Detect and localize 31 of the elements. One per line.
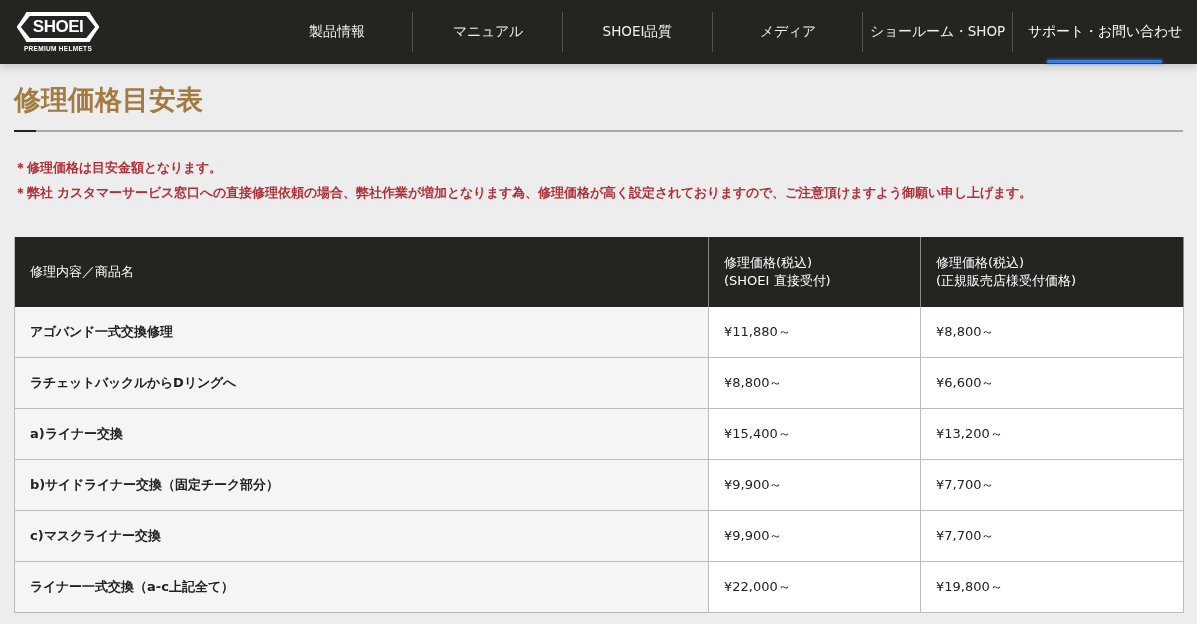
nav-link[interactable]: サポート・お問い合わせ bbox=[1012, 12, 1197, 52]
notice-text: ＊弊社 カスタマーサービス窓口への直接修理依頼の場合、弊社作業が増加となります為、修理価格が高く設定されておりますので、ご注意頂けますよう御願い申し上げます。 bbox=[14, 185, 1033, 202]
nav-link[interactable]: メディア bbox=[712, 12, 862, 52]
column-header: 修理内容／商品名 bbox=[15, 237, 709, 307]
column-header: 修理価格(税込) (正規販売店様受付価格) bbox=[921, 237, 1184, 307]
table-cell: ¥7,700～ bbox=[921, 511, 1184, 562]
table-cell: c)マスクライナー交換 bbox=[15, 511, 709, 562]
table-cell: ¥9,900～ bbox=[709, 511, 921, 562]
nav-link[interactable]: マニュアル bbox=[412, 12, 562, 52]
table-cell: ¥11,880～ bbox=[709, 307, 921, 358]
table-cell: ¥19,800～ bbox=[921, 562, 1184, 613]
column-header: 修理価格(税込) (SHOEI 直接受付) bbox=[709, 237, 921, 307]
table-cell: ¥22,000～ bbox=[709, 562, 921, 613]
logo-badge[interactable]: SHOEI bbox=[16, 12, 100, 42]
page-title: 修理価格目安表 bbox=[14, 83, 203, 117]
nav-link[interactable]: ショールーム・SHOP bbox=[862, 12, 1012, 52]
table-cell: ¥6,600～ bbox=[921, 358, 1184, 409]
table-cell: ラチェットバックルからDリングへ bbox=[15, 358, 709, 409]
table-cell: ¥8,800～ bbox=[709, 358, 921, 409]
table-cell: ライナー一式交換（a-c上記全て） bbox=[15, 562, 709, 613]
table-cell: ¥13,200～ bbox=[921, 409, 1184, 460]
notice-text: ＊修理価格は目安金額となります。 bbox=[14, 160, 222, 177]
nav-link[interactable]: 製品情報 bbox=[262, 12, 412, 52]
table-cell: b)サイドライナー交換（固定チーク部分） bbox=[15, 460, 709, 511]
table-cell: アゴバンド一式交換修理 bbox=[15, 307, 709, 358]
nav-link[interactable]: SHOEI品質 bbox=[562, 12, 712, 52]
table-cell: ¥7,700～ bbox=[921, 460, 1184, 511]
table-cell: ¥8,800～ bbox=[921, 307, 1184, 358]
table-cell: ¥15,400～ bbox=[709, 409, 921, 460]
table-cell: ¥9,900～ bbox=[709, 460, 921, 511]
table-cell: a)ライナー交換 bbox=[15, 409, 709, 460]
